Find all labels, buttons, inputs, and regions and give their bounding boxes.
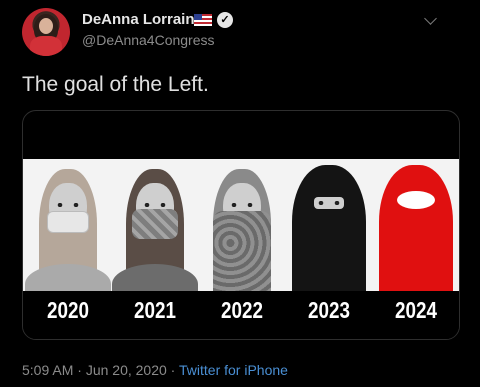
- us-flag-icon: [194, 14, 212, 26]
- panel-2021: [112, 159, 198, 291]
- tweet: DeAnna Lorraine ✓ @DeAnna4Congress The g…: [0, 0, 480, 387]
- tweet-text: The goal of the Left.: [22, 73, 209, 96]
- panel-2024: [373, 159, 459, 291]
- verified-icon: ✓: [217, 12, 233, 28]
- tweet-source-link[interactable]: Twitter for iPhone: [179, 362, 288, 378]
- panel-2022: [199, 159, 285, 291]
- separator: ·: [73, 362, 86, 378]
- tweet-time[interactable]: 5:09 AM: [22, 362, 73, 378]
- panel-2020: [25, 159, 111, 291]
- avatar[interactable]: [22, 8, 70, 56]
- year-label: 2023: [308, 297, 350, 323]
- tweet-metadata: 5:09 AM · Jun 20, 2020 · Twitter for iPh…: [22, 362, 288, 378]
- year-label: 2022: [221, 297, 263, 323]
- tweet-date[interactable]: Jun 20, 2020: [86, 362, 167, 378]
- tweet-media-image[interactable]: 2020 2021 2022 2023 2024: [22, 110, 460, 340]
- year-labels: 2020 2021 2022 2023 2024: [23, 291, 459, 339]
- year-label: 2021: [134, 297, 176, 323]
- separator: ·: [166, 362, 179, 378]
- year-label: 2020: [47, 297, 89, 323]
- mask-progression-image: [23, 159, 459, 291]
- chevron-down-icon[interactable]: [424, 12, 437, 25]
- user-handle[interactable]: @DeAnna4Congress: [82, 32, 215, 48]
- year-label: 2024: [395, 297, 437, 323]
- panel-2023: [286, 159, 372, 291]
- display-name[interactable]: DeAnna Lorraine: [82, 11, 203, 28]
